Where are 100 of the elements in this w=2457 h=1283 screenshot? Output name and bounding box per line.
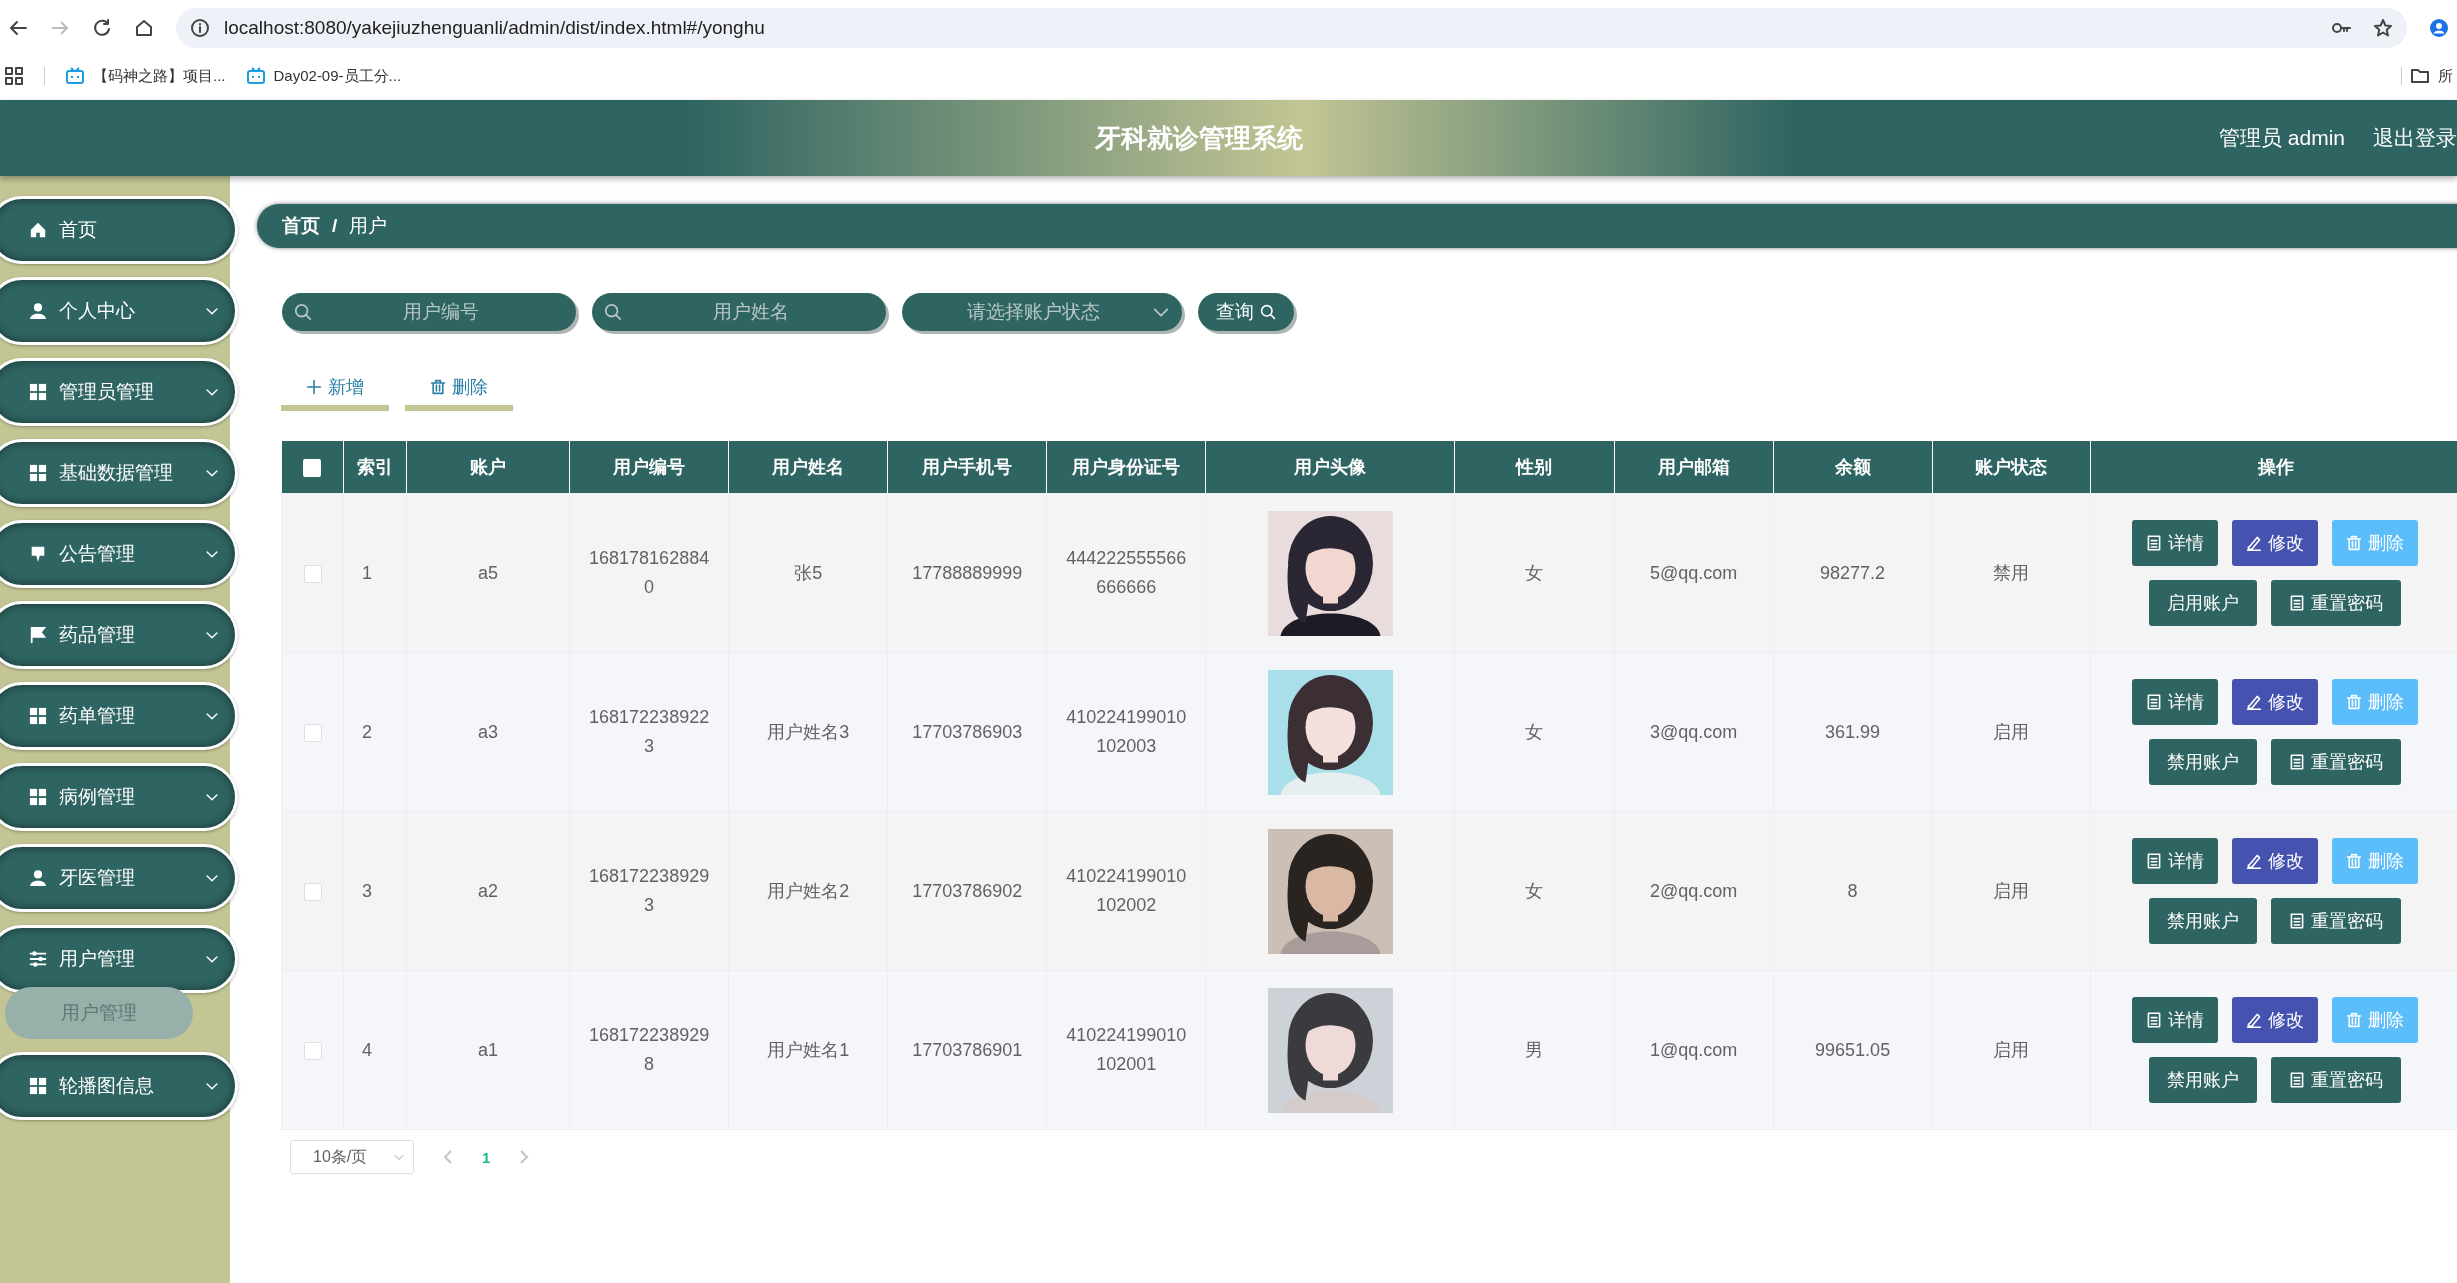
toggle-account-button[interactable]: 禁用账户 [2149,898,2258,944]
select-all-checkbox[interactable] [303,458,322,477]
grid-icon [29,464,47,482]
row-checkbox[interactable] [303,564,322,583]
logout-link[interactable]: 退出登录 [2373,124,2457,152]
reset-password-button[interactable]: 重置密码 [2271,898,2402,944]
table-cell: 张5 [728,493,888,653]
folder-icon[interactable] [2410,66,2430,86]
reset-password-button[interactable]: 重置密码 [2271,1057,2402,1103]
search-icon [1260,304,1276,320]
edit-button[interactable]: 修改 [2232,997,2319,1043]
sidebar-item[interactable]: 药单管理 [0,682,238,750]
edit-button[interactable]: 修改 [2232,838,2319,884]
profile-icon[interactable] [2429,18,2449,38]
table-cell: 禁用 [1932,493,2091,653]
sidebar-item[interactable]: 药品管理 [0,601,238,669]
edit-button[interactable]: 修改 [2232,679,2319,725]
table-cell: a5 [406,493,570,653]
column-header: 用户头像 [1205,441,1455,494]
table-cell: 1681722389223 [569,652,729,812]
search-field[interactable]: 用户编号 [282,293,576,331]
sidebar-item[interactable]: 个人中心 [0,277,238,345]
pen-icon [2246,1012,2263,1028]
detail-button[interactable]: 详情 [2132,997,2219,1043]
info-icon[interactable] [190,18,210,38]
address-bar[interactable]: localhost:8080/yakejiuzhenguanli/admin/dist/index.html#/yonghu [176,8,2407,48]
table-cell: a1 [406,970,570,1130]
table-cell: 361.99 [1773,652,1933,812]
bookmark[interactable]: 【码神之路】项目... [65,66,226,86]
row-checkbox[interactable] [303,882,322,901]
row-checkbox[interactable] [303,723,322,742]
grid-icon [29,1077,47,1095]
table-cell: 444222555566666666 [1046,493,1206,653]
breadcrumb-item: 用户 [349,214,388,238]
table-cell: 用户姓名2 [728,811,888,971]
breadcrumb-item[interactable]: 首页 [282,213,320,239]
search-field[interactable]: 用户姓名 [592,293,886,331]
detail-button[interactable]: 详情 [2132,520,2219,566]
table-cell: 1 [343,493,407,653]
bookmarks-link[interactable]: 所 [2438,66,2453,86]
page-size-select[interactable]: 10条/页 [290,1140,414,1174]
home-icon[interactable] [134,18,154,38]
detail-button[interactable]: 详情 [2132,679,2219,725]
document-icon [2146,694,2163,710]
toggle-account-button[interactable]: 禁用账户 [2149,1057,2258,1103]
sidebar-item[interactable]: 牙医管理 [0,844,238,912]
tv-icon [65,66,85,86]
sidebar-item[interactable]: 公告管理 [0,520,238,588]
add-button[interactable]: 新增 [281,369,389,411]
pen-icon [2246,853,2263,869]
sidebar-item[interactable]: 管理员管理 [0,358,238,426]
table-cell: 女 [1454,652,1614,812]
document-icon [2289,595,2306,611]
query-button[interactable]: 查询 [1198,293,1294,331]
table-cell: 3@qq.com [1614,652,1774,812]
reload-icon[interactable] [92,18,112,38]
table-cell: 17703786901 [887,970,1047,1130]
table-cell: 3 [343,811,407,971]
sliders-icon [29,950,47,968]
breadcrumb-separator: / [332,215,338,237]
apps-icon[interactable] [4,66,24,86]
sidebar-item[interactable]: 轮播图信息 [0,1052,238,1120]
grid-icon [29,707,47,725]
table-cell: 女 [1454,493,1614,653]
back-icon[interactable] [8,18,28,38]
document-icon [2146,853,2163,869]
column-header: 操作 [2090,441,2457,494]
table-cell: 8 [1773,811,1933,971]
table-cell: 17703786903 [887,652,1047,812]
trash-icon [430,379,446,395]
edit-button[interactable]: 修改 [2232,520,2319,566]
column-header: 账户状态 [1932,441,2091,494]
table-cell: 99651.05 [1773,970,1933,1130]
trash-icon [2346,853,2363,869]
sidebar-item[interactable]: 基础数据管理 [0,439,238,507]
detail-button[interactable]: 详情 [2132,838,2219,884]
delete-button[interactable]: 删除 [405,369,513,411]
column-header: 性别 [1454,441,1614,494]
reset-password-button[interactable]: 重置密码 [2271,580,2402,626]
table-cell: 5@qq.com [1614,493,1774,653]
flag-icon [29,626,47,644]
table-cell: 4 [343,970,407,1130]
sign-icon [29,545,47,563]
home-icon [29,221,47,239]
status-select[interactable]: 请选择账户状态 [902,293,1182,331]
document-icon [2146,535,2163,551]
sidebar-item[interactable]: 用户管理 [0,925,238,993]
row-checkbox[interactable] [303,1041,322,1060]
toggle-account-button[interactable]: 禁用账户 [2149,739,2258,785]
column-header: 用户手机号 [887,441,1047,494]
sidebar-item[interactable]: 病例管理 [0,763,238,831]
document-icon [2289,1072,2306,1088]
reset-password-button[interactable]: 重置密码 [2271,739,2402,785]
table-cell: 98277.2 [1773,493,1933,653]
sidebar-item[interactable]: 首页 [0,196,238,264]
bookmark[interactable]: Day02-09-员工分... [245,66,402,86]
search-icon [604,303,622,321]
table-cell: 1681722389298 [569,970,729,1130]
star-icon[interactable] [2373,18,2393,38]
toggle-account-button[interactable]: 启用账户 [2149,580,2258,626]
